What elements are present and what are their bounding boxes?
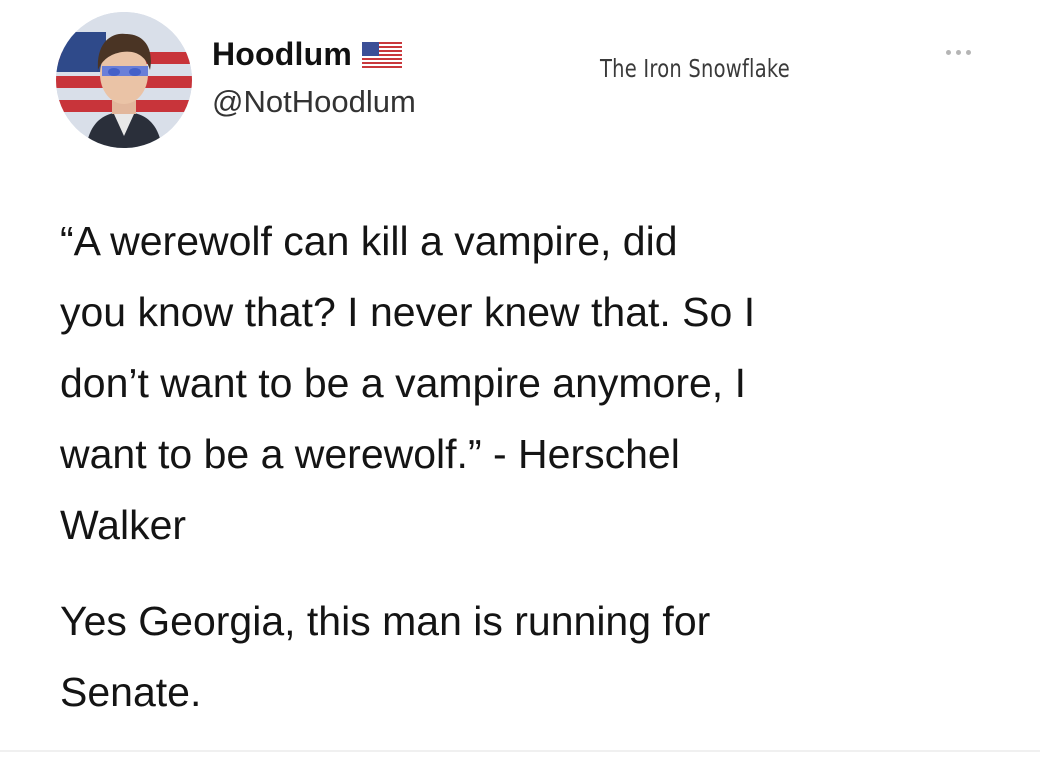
avatar[interactable] [56,12,192,148]
tweet-body-line: Yes Georgia, this man is running for [60,598,711,644]
tweet-body-comment: Yes Georgia, this man is running for Sen… [60,586,990,728]
more-dot [946,50,951,55]
more-options-icon[interactable] [946,50,971,55]
tweet-body-line: Walker [60,502,187,548]
tweet-body-line: Senate. [60,669,202,715]
avatar-image [56,12,192,148]
author-name-row: Hoodlum [212,36,403,73]
tweet-body-quote: “A werewolf can kill a vampire, did you … [60,206,990,561]
bottom-divider [0,750,1040,752]
watermark-text: The Iron Snowflake [600,54,790,83]
tweet-body-line: want to be a werewolf.” - Herschel [60,431,680,477]
more-dot [966,50,971,55]
tweet-card: Hoodlum @NotHoodlum The Iron Snowflake “… [0,0,1040,758]
display-name[interactable]: Hoodlum [212,36,352,73]
tweet-body-line: don’t want to be a vampire anymore, I [60,360,746,406]
more-dot [956,50,961,55]
user-handle[interactable]: @NotHoodlum [212,84,416,120]
tweet-body-line: you know that? I never knew that. So I [60,289,756,335]
tweet-body-line: “A werewolf can kill a vampire, did [60,218,678,264]
us-flag-icon [362,41,403,68]
